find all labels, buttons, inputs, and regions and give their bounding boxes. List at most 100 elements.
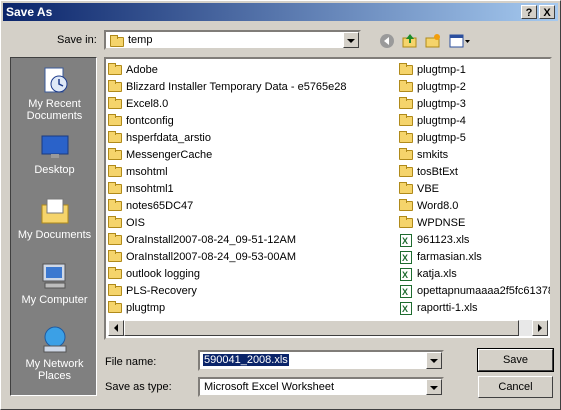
my-computer-icon bbox=[39, 260, 71, 292]
list-item[interactable]: katja.xls bbox=[399, 266, 550, 284]
up-folder-icon[interactable] bbox=[402, 33, 418, 49]
place-desktop[interactable]: Desktop bbox=[11, 130, 98, 176]
list-item[interactable]: OraInstall2007-08-24_09-53-00AM bbox=[108, 249, 347, 266]
horizontal-scrollbar[interactable] bbox=[108, 320, 548, 336]
dialog-title: Save As bbox=[6, 5, 53, 19]
save-in-label: Save in: bbox=[57, 34, 97, 46]
folder-icon bbox=[108, 199, 122, 211]
place-my-documents[interactable]: My Documents bbox=[11, 195, 98, 241]
folder-icon bbox=[110, 35, 124, 47]
my-documents-icon bbox=[39, 195, 71, 227]
folder-icon bbox=[108, 233, 122, 245]
list-item[interactable]: 961123.xls bbox=[399, 232, 550, 250]
chevron-right-icon bbox=[538, 324, 542, 332]
folder-icon bbox=[108, 148, 122, 160]
list-item[interactable]: plugtmp bbox=[108, 300, 347, 317]
save-type-value: Microsoft Excel Worksheet bbox=[204, 381, 335, 393]
excel-file-icon bbox=[400, 267, 412, 284]
scroll-left-button[interactable] bbox=[108, 320, 124, 336]
list-item[interactable]: Word8.0 bbox=[399, 198, 550, 215]
folder-icon bbox=[399, 114, 413, 126]
chevron-left-icon bbox=[114, 324, 118, 332]
list-item[interactable]: hsperfdata_arstio bbox=[108, 130, 347, 147]
folder-icon bbox=[108, 267, 122, 279]
folder-icon bbox=[399, 131, 413, 143]
list-item[interactable]: OraInstall2007-08-24_09-51-12AM bbox=[108, 232, 347, 249]
help-button[interactable]: ? bbox=[521, 5, 537, 19]
list-item[interactable]: Blizzard Installer Temporary Data - e576… bbox=[108, 79, 347, 96]
file-name-label: File name: bbox=[105, 356, 157, 368]
list-item[interactable]: plugtmp-3 bbox=[399, 96, 550, 113]
folder-icon bbox=[108, 284, 122, 296]
file-name-input[interactable]: 590041_2008.xls bbox=[198, 350, 444, 371]
list-item[interactable]: plugtmp-2 bbox=[399, 79, 550, 96]
chevron-down-icon[interactable] bbox=[426, 352, 442, 369]
folder-icon bbox=[108, 131, 122, 143]
list-item[interactable]: smkits bbox=[399, 147, 550, 164]
recent-documents-icon bbox=[39, 64, 71, 96]
list-item[interactable]: opettapnumaaaa2f5fc61378 bbox=[399, 283, 550, 301]
file-column-2: plugtmp-1 plugtmp-2 plugtmp-3 plugtmp-4 … bbox=[399, 62, 550, 318]
list-item[interactable]: OIS bbox=[108, 215, 347, 232]
file-name-value: 590041_2008.xls bbox=[203, 354, 289, 366]
list-item[interactable]: WPDNSE bbox=[399, 215, 550, 232]
folder-icon bbox=[108, 182, 122, 194]
folder-icon bbox=[108, 301, 122, 313]
folder-icon bbox=[399, 80, 413, 92]
list-item[interactable]: Excel8.0 bbox=[108, 96, 347, 113]
desktop-icon bbox=[39, 130, 71, 162]
list-item[interactable]: plugtmp-5 bbox=[399, 130, 550, 147]
excel-file-icon bbox=[400, 233, 412, 250]
folder-icon bbox=[399, 199, 413, 211]
back-icon[interactable] bbox=[379, 33, 395, 49]
folder-icon bbox=[399, 216, 413, 228]
list-item[interactable]: msohtml bbox=[108, 164, 347, 181]
list-item[interactable]: plugtmp-1 bbox=[399, 62, 550, 79]
chevron-down-icon[interactable] bbox=[343, 32, 359, 48]
list-item[interactable]: raportti-1.xls bbox=[399, 300, 550, 318]
folder-icon bbox=[108, 97, 122, 109]
folder-icon bbox=[108, 80, 122, 92]
save-in-dropdown[interactable]: temp bbox=[104, 30, 361, 50]
folder-icon bbox=[399, 97, 413, 109]
scroll-thumb[interactable] bbox=[124, 320, 519, 336]
save-button[interactable]: Save bbox=[477, 348, 554, 372]
list-item[interactable]: Adobe bbox=[108, 62, 347, 79]
scroll-right-button[interactable] bbox=[532, 320, 548, 336]
list-item[interactable]: notes65DC47 bbox=[108, 198, 347, 215]
folder-icon bbox=[108, 250, 122, 262]
list-item[interactable]: MessengerCache bbox=[108, 147, 347, 164]
place-recent-documents[interactable]: My Recent Documents bbox=[11, 64, 98, 122]
list-item[interactable]: tosBtExt bbox=[399, 164, 550, 181]
place-my-computer[interactable]: My Computer bbox=[11, 260, 98, 306]
list-item[interactable]: plugtmp-4 bbox=[399, 113, 550, 130]
excel-file-icon bbox=[400, 301, 412, 318]
title-bar: Save As ? X bbox=[3, 3, 558, 21]
list-item[interactable]: msohtml1 bbox=[108, 181, 347, 198]
new-folder-icon[interactable] bbox=[425, 33, 441, 49]
folder-icon bbox=[399, 182, 413, 194]
list-item[interactable]: VBE bbox=[399, 181, 550, 198]
folder-icon bbox=[399, 165, 413, 177]
chevron-down-icon[interactable] bbox=[426, 379, 442, 395]
file-list[interactable]: Adobe Blizzard Installer Temporary Data … bbox=[104, 57, 552, 340]
save-in-value: temp bbox=[128, 34, 153, 46]
excel-file-icon bbox=[400, 250, 412, 267]
folder-icon bbox=[399, 148, 413, 160]
network-places-icon bbox=[39, 324, 71, 356]
folder-icon bbox=[108, 114, 122, 126]
places-bar: My Recent Documents Desktop My Documents… bbox=[10, 57, 97, 396]
list-item[interactable]: fontconfig bbox=[108, 113, 347, 130]
folder-icon bbox=[399, 63, 413, 75]
close-button[interactable]: X bbox=[539, 5, 555, 19]
folder-icon bbox=[108, 165, 122, 177]
list-item[interactable]: farmasian.xls bbox=[399, 249, 550, 267]
place-network-places[interactable]: My Network Places bbox=[11, 324, 98, 382]
folder-icon bbox=[108, 63, 122, 75]
cancel-button[interactable]: Cancel bbox=[478, 376, 553, 398]
list-item[interactable]: outlook logging bbox=[108, 266, 347, 283]
views-menu-icon[interactable] bbox=[449, 33, 471, 49]
list-item[interactable]: PLS-Recovery bbox=[108, 283, 347, 300]
file-column-1: Adobe Blizzard Installer Temporary Data … bbox=[108, 62, 347, 317]
save-type-dropdown[interactable]: Microsoft Excel Worksheet bbox=[198, 377, 444, 397]
